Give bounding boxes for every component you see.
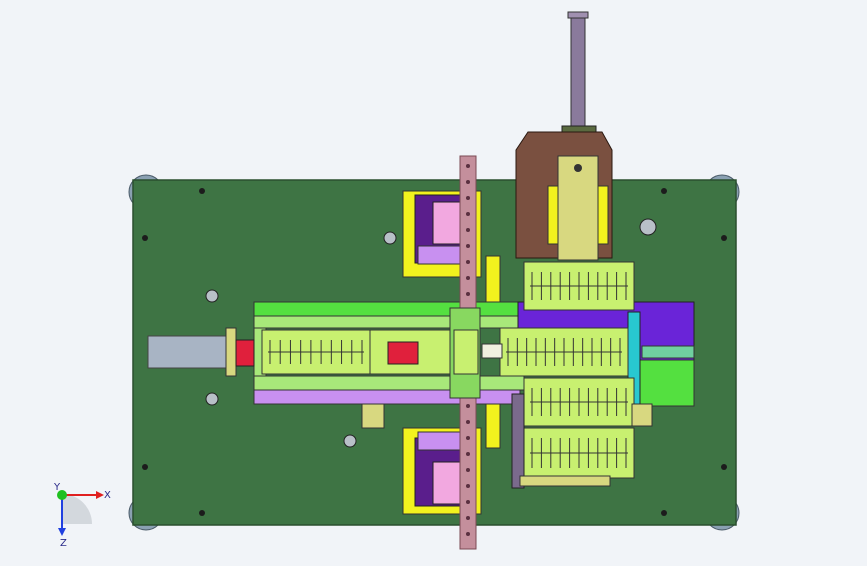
rail-carriage-center xyxy=(453,329,479,375)
cylinder-cap xyxy=(567,11,589,19)
rail-hole xyxy=(466,452,470,456)
z-axis-label: Z xyxy=(60,538,67,549)
y-axis-label: Y xyxy=(53,482,61,493)
khaki-slide-guide xyxy=(547,185,559,245)
x-axis-label: X xyxy=(104,490,111,501)
bottom-clamp-pink-block xyxy=(432,461,464,505)
assembly-drawing[interactable]: X Y Z xyxy=(0,0,867,562)
motor-flange-red xyxy=(235,339,255,367)
rail-hole xyxy=(466,468,470,472)
rail-hole xyxy=(466,212,470,216)
cylinder-rod xyxy=(570,13,586,133)
rail-hole xyxy=(466,420,470,424)
rail-hole xyxy=(466,292,470,296)
upper-yellow-slider[interactable] xyxy=(485,255,501,303)
bottom-khaki-rail xyxy=(519,475,611,487)
rail-hole xyxy=(466,532,470,536)
horizontal-cylinder-rod xyxy=(641,345,695,359)
top-clamp-pink-block xyxy=(432,201,464,245)
right-green-block[interactable] xyxy=(639,359,695,407)
white-spacer xyxy=(481,343,503,359)
red-sensor-block[interactable] xyxy=(387,341,419,365)
stepper-motor-body[interactable] xyxy=(147,335,227,369)
slide-bolt xyxy=(574,164,582,172)
rail-hole xyxy=(466,516,470,520)
rail-hole xyxy=(466,180,470,184)
lower-left-bracket xyxy=(361,403,385,429)
axis-triad-shadow xyxy=(62,494,92,524)
carriage-upper-plate[interactable] xyxy=(253,315,525,329)
rail-hole xyxy=(466,228,470,232)
rail-hole xyxy=(466,244,470,248)
motor-coupling xyxy=(225,327,237,377)
x-axis-arrow xyxy=(96,491,104,499)
axis-triad: X Y Z xyxy=(53,482,111,549)
lower-right-bracket xyxy=(631,403,653,427)
carriage-lower-plate[interactable] xyxy=(253,375,525,391)
rail-hole xyxy=(466,276,470,280)
rail-hole xyxy=(466,404,470,408)
z-axis-arrow xyxy=(58,528,66,536)
rail-hole xyxy=(466,260,470,264)
rail-hole xyxy=(466,164,470,168)
steel-support-post xyxy=(511,393,525,489)
rail-hole xyxy=(466,484,470,488)
lower-yellow-slider[interactable] xyxy=(485,403,501,449)
khaki-slide-guide-right xyxy=(597,185,609,245)
rail-hole xyxy=(466,500,470,504)
rail-hole xyxy=(466,196,470,200)
rail-hole xyxy=(466,436,470,440)
cad-viewport[interactable]: X Y Z xyxy=(0,0,867,562)
